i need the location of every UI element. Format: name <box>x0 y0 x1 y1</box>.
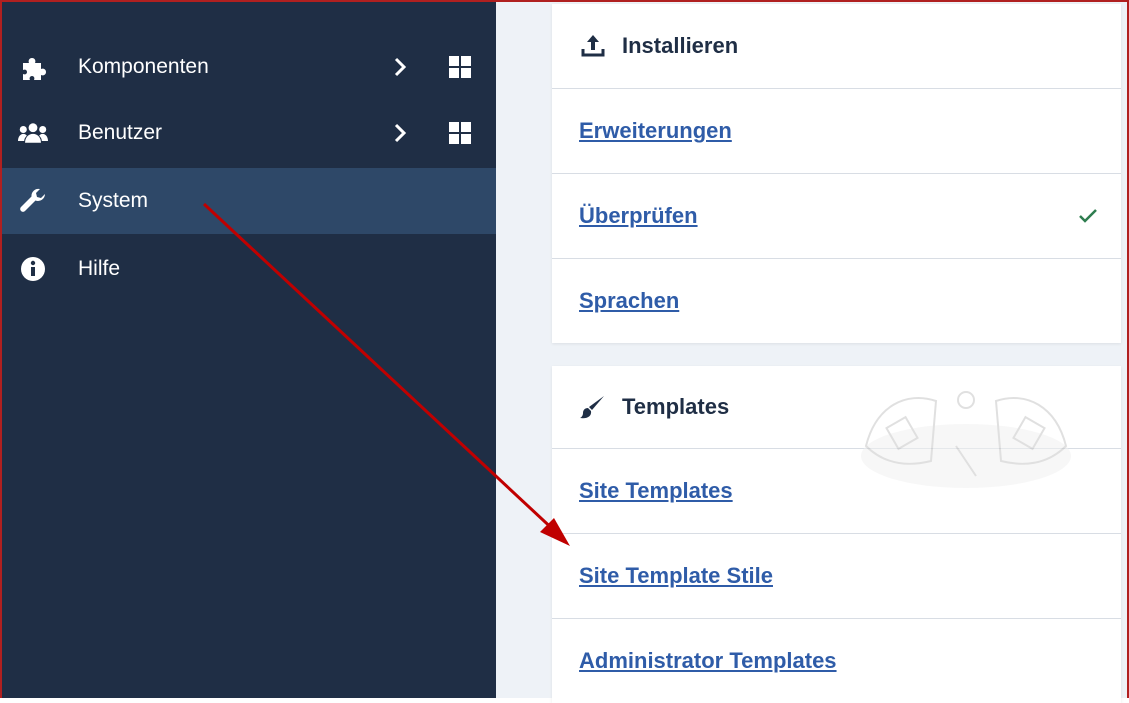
list-item: Überprüfen <box>552 174 1121 259</box>
sidebar-item-hilfe[interactable]: Hilfe <box>0 236 496 302</box>
sidebar-item-label: System <box>78 189 149 212</box>
dashboard-grid-icon[interactable] <box>448 121 472 145</box>
sidebar-item-label: Hilfe <box>78 257 121 280</box>
sidebar-item-komponenten[interactable]: Komponenten <box>0 34 496 100</box>
brush-icon <box>580 396 604 419</box>
link-site-templates[interactable]: Site Templates <box>579 478 733 504</box>
dashboard-grid-icon[interactable] <box>448 55 472 79</box>
sidebar-item-label: Komponenten <box>78 55 209 78</box>
sidebar-item-benutzer[interactable]: Benutzer <box>0 100 496 166</box>
card-title: Templates <box>622 394 730 419</box>
sidebar-item-system[interactable]: System <box>0 168 496 234</box>
main-content: Installieren Erweiterungen Überprüfen Sp… <box>496 0 1129 703</box>
users-icon <box>18 118 48 148</box>
list-item: Site Template Stile <box>552 534 1121 619</box>
list-item: Administrator Templates <box>552 619 1121 703</box>
link-site-template-stile[interactable]: Site Template Stile <box>579 563 773 589</box>
chevron-right-icon[interactable] <box>390 57 410 77</box>
wrench-icon <box>18 186 48 216</box>
info-icon <box>18 254 48 284</box>
sidebar-item-label: Benutzer <box>78 121 163 144</box>
upload-icon <box>581 35 605 57</box>
link-sprachen[interactable]: Sprachen <box>579 288 679 314</box>
list-item: Sprachen <box>552 259 1121 343</box>
watermark-logo <box>861 391 1071 488</box>
install-card: Installieren Erweiterungen Überprüfen Sp… <box>552 4 1121 343</box>
check-icon <box>1079 209 1097 223</box>
list-item: Erweiterungen <box>552 89 1121 174</box>
sidebar: Komponenten Benutzer System Hilfe <box>0 0 496 698</box>
puzzle-icon <box>18 52 48 82</box>
chevron-right-icon[interactable] <box>390 123 410 143</box>
link-erweiterungen[interactable]: Erweiterungen <box>579 118 732 144</box>
card-header: Installieren <box>552 4 1121 89</box>
link-administrator-templates[interactable]: Administrator Templates <box>579 648 837 674</box>
card-title: Installieren <box>622 33 739 58</box>
link-ueberpruefen[interactable]: Überprüfen <box>579 203 698 229</box>
